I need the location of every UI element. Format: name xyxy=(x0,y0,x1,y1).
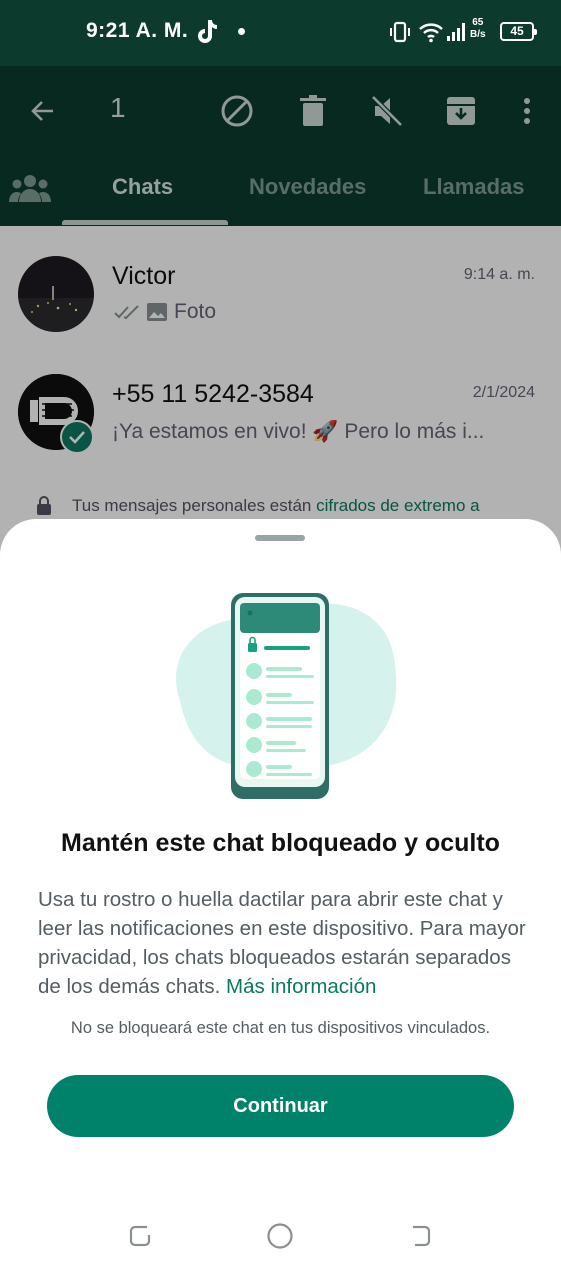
home-button[interactable] xyxy=(260,1216,300,1256)
notification-dot xyxy=(238,28,245,35)
sheet-title: Mantén este chat bloqueado y oculto xyxy=(61,829,500,857)
network-speed: 65 B/s xyxy=(470,17,486,40)
locked-chat-illustration xyxy=(176,593,397,799)
vibrate-icon xyxy=(390,21,410,43)
tiktok-icon xyxy=(198,20,217,43)
lock-chat-bottom-sheet: Mantén este chat bloqueado y oculto Usa … xyxy=(0,519,561,1280)
continue-button[interactable]: Continuar xyxy=(47,1075,514,1137)
recent-apps-button[interactable] xyxy=(120,1216,160,1256)
recent-apps-icon xyxy=(129,1225,151,1247)
home-icon xyxy=(267,1223,293,1249)
learn-more-link[interactable]: Más información xyxy=(226,975,376,998)
status-time: 9:21 A. M. xyxy=(86,19,189,42)
modal-scrim[interactable] xyxy=(0,66,561,556)
sheet-description: Usa tu rostro o huella dactilar para abr… xyxy=(38,888,526,998)
battery-indicator: 45 xyxy=(500,22,537,41)
drag-handle[interactable] xyxy=(255,535,305,541)
back-icon xyxy=(413,1225,431,1247)
system-nav-bar xyxy=(0,1208,561,1264)
status-bar: 9:21 A. M. 65 B/s 45 xyxy=(0,0,561,66)
wifi-icon xyxy=(419,23,443,43)
linked-devices-note: No se bloqueará este chat en tus disposi… xyxy=(70,1019,491,1037)
signal-icon xyxy=(447,23,465,41)
back-button[interactable] xyxy=(400,1216,440,1256)
